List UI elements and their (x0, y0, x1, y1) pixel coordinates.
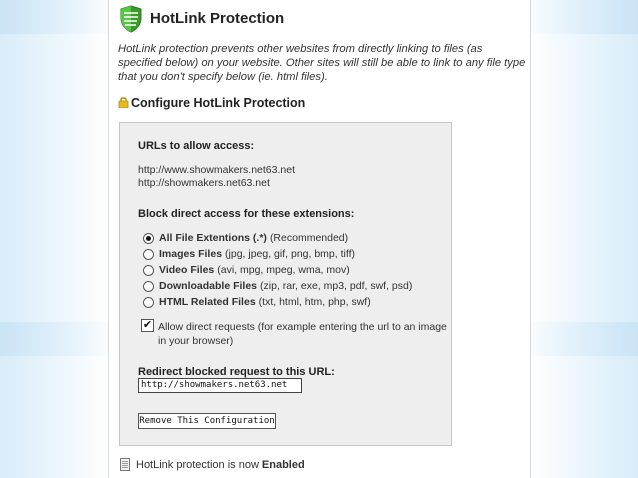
option-detail: (jpg, jpeg, gif, png, bmp, tiff) (225, 248, 355, 260)
status-prefix: HotLink protection is now (136, 458, 259, 471)
redirect-url-input[interactable]: http://showmakers.net63.net (138, 378, 302, 393)
option-name: Video Files (159, 264, 215, 276)
remove-configuration-button[interactable]: Remove This Configuration (138, 413, 276, 429)
option-name: Images Files (159, 248, 223, 260)
config-heading-label: Configure HotLink Protection (131, 96, 306, 110)
radio-unselected[interactable] (143, 280, 154, 292)
block-extensions-label: Block direct access for these extensions… (138, 208, 355, 220)
extension-option-images[interactable]: Images Files (jpg, jpeg, gif, png, bmp, … (143, 248, 355, 260)
option-detail: (avi, mpg, mpeg, wma, mov) (217, 264, 350, 276)
page-title: HotLink Protection (150, 10, 285, 27)
option-detail: (txt, html, htm, php, swf) (258, 296, 371, 308)
extension-option-html[interactable]: HTML Related Files (txt, html, htm, php,… (143, 296, 371, 308)
radio-selected[interactable] (143, 232, 154, 244)
allow-urls-label: URLs to allow access: (138, 140, 255, 152)
extension-option-downloadable[interactable]: Downloadable Files (zip, rar, exe, mp3, … (143, 280, 412, 292)
status-state: Enabled (261, 458, 305, 471)
allowed-url: http://showmakers.net63.net (138, 177, 270, 189)
config-heading: Configure HotLink Protection (118, 96, 305, 110)
extension-option-video[interactable]: Video Files (avi, mpg, mpeg, wma, mov) (143, 264, 350, 276)
option-name: Downloadable Files (159, 280, 258, 292)
lock-icon (118, 96, 129, 109)
radio-unselected[interactable] (143, 296, 154, 308)
status-line: HotLink protection is now Enabled (120, 458, 305, 471)
option-name: All File Extentions (.*) (159, 232, 267, 244)
description-text: HotLink protection prevents other websit… (118, 43, 526, 83)
option-name: HTML Related Files (159, 296, 256, 308)
allow-direct-checkbox[interactable]: ✔ (141, 319, 154, 332)
redirect-label: Redirect blocked request to this URL: (138, 366, 335, 378)
shield-icon (120, 5, 142, 33)
allow-direct-label: Allow direct requests (for example enter… (158, 321, 447, 347)
option-detail: (Recommended) (269, 232, 349, 244)
document-icon (120, 458, 130, 471)
option-detail: (zip, rar, exe, mp3, pdf, swf, psd) (260, 280, 413, 292)
extension-option-all[interactable]: All File Extentions (.*) (Recommended) (143, 232, 348, 244)
allowed-url: http://www.showmakers.net63.net (138, 164, 295, 176)
radio-unselected[interactable] (143, 264, 154, 276)
radio-unselected[interactable] (143, 248, 154, 260)
